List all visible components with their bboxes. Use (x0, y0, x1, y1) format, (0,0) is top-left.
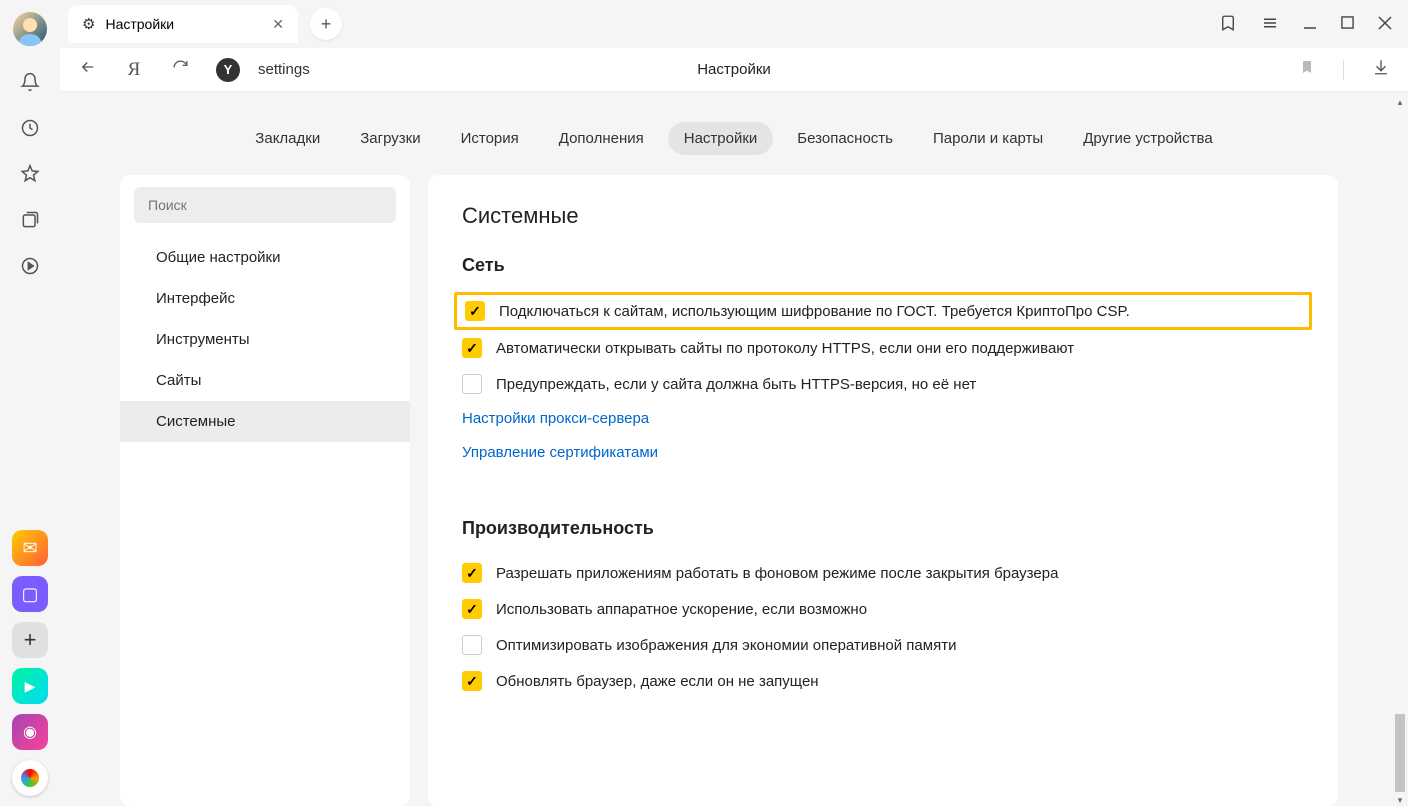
nav-tab-passwords[interactable]: Пароли и карты (917, 122, 1059, 155)
checkbox-row-gost[interactable]: Подключаться к сайтам, использующим шифр… (454, 292, 1312, 330)
site-icon: Y (216, 58, 240, 82)
checkbox-row-auto-update[interactable]: Обновлять браузер, даже если он не запущ… (462, 663, 1304, 699)
window-controls (1219, 14, 1408, 35)
checkbox-gost[interactable] (465, 301, 485, 321)
checkbox-auto-update[interactable] (462, 671, 482, 691)
yandex-nav-icon[interactable]: Я (124, 59, 144, 81)
checkbox-label: Подключаться к сайтам, использующим шифр… (499, 303, 1130, 320)
checkbox-label: Обновлять браузер, даже если он не запущ… (496, 673, 819, 690)
nav-tab-devices[interactable]: Другие устройства (1067, 122, 1228, 155)
checkbox-label: Разрешать приложениям работать в фоновом… (496, 565, 1058, 582)
sidebar-item-system[interactable]: Системные (120, 401, 410, 442)
checkbox-label: Автоматически открывать сайты по протоко… (496, 340, 1074, 357)
tab-title: Настройки (105, 16, 174, 32)
checkbox-label: Предупреждать, если у сайта должна быть … (496, 376, 976, 393)
settings-sidebar: Общие настройкиИнтерфейсИнструментыСайты… (120, 175, 410, 806)
section-heading-performance: Производительность (462, 518, 1304, 539)
search-input[interactable] (134, 187, 396, 223)
bell-icon[interactable] (12, 64, 48, 100)
star-icon[interactable] (12, 156, 48, 192)
scroll-down-button[interactable]: ▾ (1394, 794, 1406, 806)
address-bar: Я Y settings Настройки (60, 48, 1408, 92)
link-row-certs: Управление сертификатами (462, 436, 1304, 470)
left-rail (0, 0, 60, 806)
nav-tab-extensions[interactable]: Дополнения (543, 122, 660, 155)
maximize-button[interactable] (1341, 16, 1354, 32)
menu-icon[interactable] (1261, 14, 1279, 35)
minimize-button[interactable] (1303, 16, 1317, 33)
sidebar-item-sites[interactable]: Сайты (120, 360, 410, 401)
checkbox-background[interactable] (462, 563, 482, 583)
checkbox-row-optimize-images[interactable]: Оптимизировать изображения для экономии … (462, 627, 1304, 663)
bookmark-icon[interactable] (1299, 59, 1315, 80)
sidebar-item-tools[interactable]: Инструменты (120, 319, 410, 360)
nav-tab-bookmarks[interactable]: Закладки (239, 122, 336, 155)
magenta-app-icon[interactable] (12, 714, 48, 750)
checkbox-row-background[interactable]: Разрешать приложениям работать в фоновом… (462, 555, 1304, 591)
add-app-button[interactable] (12, 622, 48, 658)
main-container: ⚙ Настройки ✕ + Я (60, 0, 1408, 806)
close-tab-button[interactable]: ✕ (272, 16, 284, 33)
sidebar-item-general[interactable]: Общие настройки (120, 237, 410, 278)
downloads-icon[interactable] (1372, 58, 1390, 81)
sidebar-item-interface[interactable]: Интерфейс (120, 278, 410, 319)
checkbox-optimize-images[interactable] (462, 635, 482, 655)
link-certs[interactable]: Управление сертификатами (462, 444, 658, 461)
settings-panel: Системные Сеть Подключаться к сайтам, исп… (428, 175, 1338, 806)
scroll-up-button[interactable]: ▴ (1394, 96, 1406, 108)
checkbox-label: Оптимизировать изображения для экономии … (496, 637, 956, 654)
collections-icon[interactable] (12, 202, 48, 238)
nav-tab-security[interactable]: Безопасность (781, 122, 909, 155)
link-proxy[interactable]: Настройки прокси-сервера (462, 410, 649, 427)
page-heading: Системные (462, 203, 1304, 229)
checkbox-row-hardware-accel[interactable]: Использовать аппаратное ускорение, если … (462, 591, 1304, 627)
browser-tab-settings[interactable]: ⚙ Настройки ✕ (68, 5, 298, 43)
checkbox-hardware-accel[interactable] (462, 599, 482, 619)
yandex-app-icon[interactable] (12, 760, 48, 796)
close-window-button[interactable] (1378, 16, 1392, 33)
checkbox-row-warn-https[interactable]: Предупреждать, если у сайта должна быть … (462, 366, 1304, 402)
cyan-app-icon[interactable] (12, 668, 48, 704)
new-tab-button[interactable]: + (310, 8, 342, 40)
nav-tab-settings[interactable]: Настройки (668, 122, 774, 155)
gear-icon: ⚙ (82, 15, 95, 33)
bookmark-sidebar-icon[interactable] (1219, 14, 1237, 35)
checkbox-warn-https[interactable] (462, 374, 482, 394)
scroll-thumb[interactable] (1395, 714, 1405, 792)
url-text[interactable]: settings (258, 61, 310, 78)
history-icon[interactable] (12, 110, 48, 146)
avatar[interactable] (13, 12, 47, 46)
settings-nav: ЗакладкиЗагрузки ИсторияДополненияНастрой… (60, 92, 1408, 175)
section-heading-network: Сеть (462, 255, 1304, 276)
tab-strip: ⚙ Настройки ✕ + (60, 0, 1408, 48)
checkbox-label: Использовать аппаратное ускорение, если … (496, 601, 867, 618)
nav-tab-downloads[interactable]: Загрузки (344, 122, 436, 155)
divider (1343, 60, 1344, 80)
page-title-center: Настройки (697, 61, 771, 78)
purple-app-icon[interactable] (12, 576, 48, 612)
play-icon[interactable] (12, 248, 48, 284)
content: Общие настройкиИнтерфейсИнструментыСайты… (60, 175, 1408, 806)
link-row-proxy: Настройки прокси-сервера (462, 402, 1304, 436)
nav-tab-history[interactable]: История (445, 122, 535, 155)
checkbox-row-auto-https[interactable]: Автоматически открывать сайты по протоко… (462, 330, 1304, 366)
mail-app-icon[interactable] (12, 530, 48, 566)
back-button[interactable] (78, 58, 98, 81)
reload-button[interactable] (170, 59, 190, 81)
scrollbar[interactable]: ▴ ▾ (1394, 96, 1406, 806)
checkbox-auto-https[interactable] (462, 338, 482, 358)
